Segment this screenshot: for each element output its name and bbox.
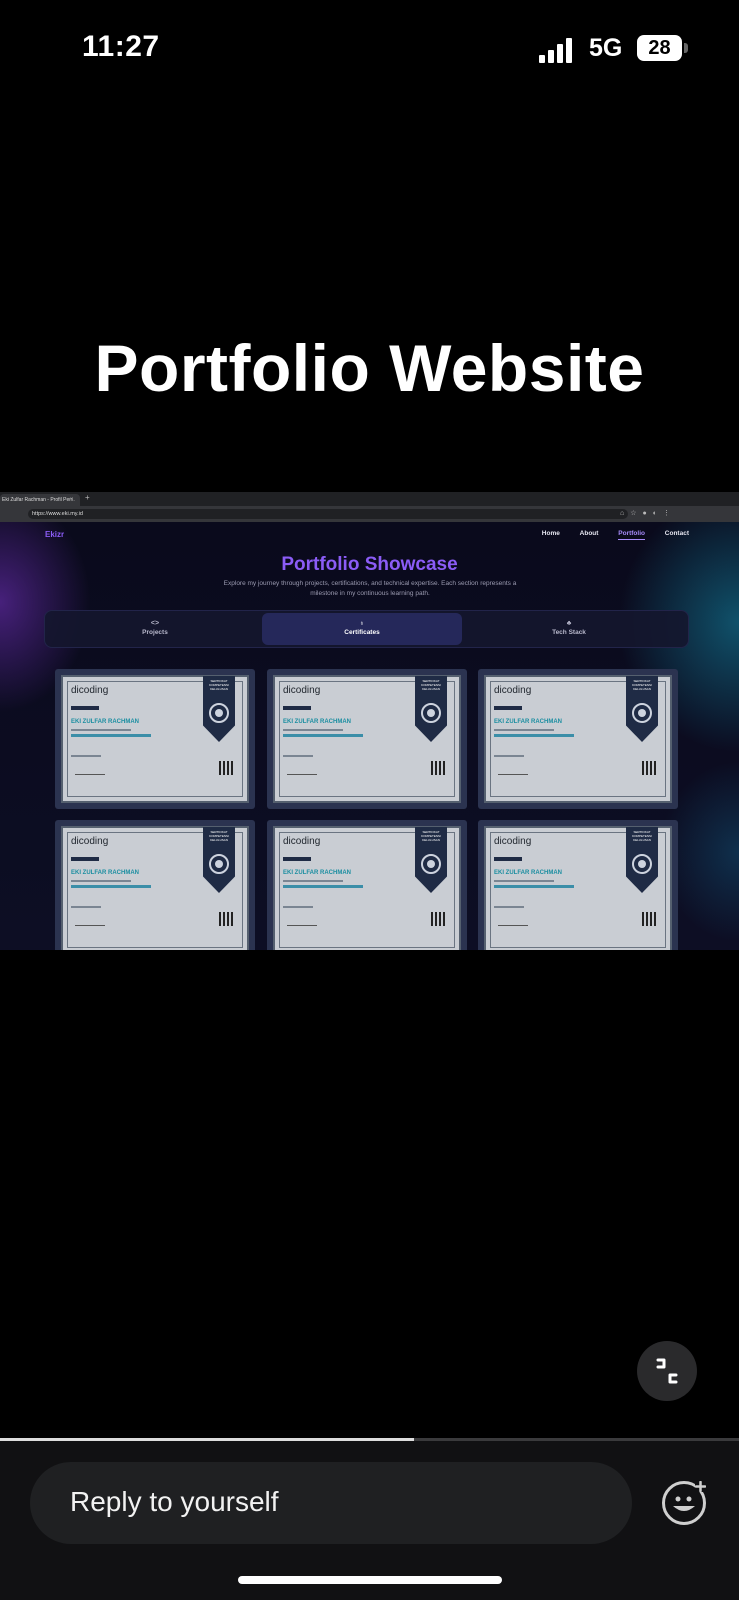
- qr-code-icon: [431, 761, 445, 775]
- browser-screenshot: Eki Zulfar Rachman - Profil Per... × + h…: [0, 492, 739, 950]
- certificate-logo: dicoding: [283, 836, 321, 847]
- home-indicator[interactable]: [238, 1576, 502, 1584]
- certificate-logo: dicoding: [283, 685, 321, 696]
- signature: [498, 918, 528, 926]
- award-icon: ♁: [359, 620, 365, 627]
- certificate-ribbon-text: SERTIFIKAT KOMPETENSI KELULUSAN: [632, 830, 652, 842]
- qr-code-icon: [642, 912, 656, 926]
- tab-projects: <> Projects: [55, 613, 255, 645]
- signature: [75, 767, 105, 775]
- certificate-card: dicoding SERTIFIKAT KOMPETENSI KELULUSAN…: [55, 669, 255, 809]
- qr-code-icon: [219, 761, 233, 775]
- certificate-ribbon-text: SERTIFIKAT KOMPETENSI KELULUSAN: [421, 679, 441, 691]
- site-logo: Ekizr: [45, 530, 65, 539]
- emoji-add-icon: [673, 1481, 706, 1511]
- tab-projects-label: Projects: [142, 629, 168, 636]
- tab-certificates-label: Certificates: [344, 629, 380, 636]
- minimize-icon: [656, 1358, 678, 1384]
- certificate-name: EKI ZULFAR RACHMAN: [283, 719, 351, 725]
- certificate-ribbon-text: SERTIFIKAT KOMPETENSI KELULUSAN: [209, 830, 229, 842]
- certificate-name: EKI ZULFAR RACHMAN: [283, 870, 351, 876]
- certificate-name: EKI ZULFAR RACHMAN: [71, 719, 139, 725]
- battery-cap: [684, 43, 688, 53]
- qr-code-icon: [642, 761, 656, 775]
- certificate-logo: dicoding: [71, 685, 109, 696]
- certificate-logo: dicoding: [71, 836, 109, 847]
- browser-address-bar: https://www.eki.my.id ⌂☆●◐⋮: [0, 506, 739, 522]
- browser-url: https://www.eki.my.id: [28, 509, 628, 519]
- reply-placeholder: Reply to yourself: [70, 1486, 279, 1517]
- certificate-card: dicoding SERTIFIKAT KOMPETENSI KELULUSAN…: [55, 820, 255, 950]
- certificate-name: EKI ZULFAR RACHMAN: [494, 870, 562, 876]
- qr-code-icon: [219, 912, 233, 926]
- tab-tech-stack-label: Tech Stack: [552, 629, 586, 636]
- site-nav: Home About Portfolio Contact: [524, 530, 689, 540]
- battery-icon: 28: [637, 35, 682, 61]
- certificate-ribbon-text: SERTIFIKAT KOMPETENSI KELULUSAN: [632, 679, 652, 691]
- certificate-card: dicoding SERTIFIKAT KOMPETENSI KELULUSAN…: [478, 820, 678, 950]
- browser-toolbar-icons: ⌂☆●◐⋮: [620, 510, 676, 517]
- showcase-description: Explore my journey through projects, cer…: [223, 580, 517, 597]
- stack-icon: ♣: [566, 620, 572, 627]
- battery-level: 28: [648, 37, 671, 59]
- certificate-image: dicoding SERTIFIKAT KOMPETENSI KELULUSAN…: [273, 826, 461, 950]
- certificate-image: dicoding SERTIFIKAT KOMPETENSI KELULUSAN…: [61, 675, 249, 803]
- browser-tab-title: Eki Zulfar Rachman - Profil Per...: [2, 497, 75, 503]
- site-nav-about: About: [579, 530, 599, 537]
- certificate-name: EKI ZULFAR RACHMAN: [494, 719, 562, 725]
- network-type: 5G: [589, 34, 623, 62]
- portfolio-site: Ekizr Home About Portfolio Contact Portf…: [0, 522, 739, 950]
- qr-code-icon: [431, 912, 445, 926]
- emoji-add-button[interactable]: [662, 1481, 706, 1525]
- certificate-ribbon-text: SERTIFIKAT KOMPETENSI KELULUSAN: [209, 679, 229, 691]
- browser-tab-strip: Eki Zulfar Rachman - Profil Per... × +: [0, 492, 739, 506]
- signature: [498, 767, 528, 775]
- new-tab-icon: +: [85, 493, 90, 502]
- certificate-card: dicoding SERTIFIKAT KOMPETENSI KELULUSAN…: [267, 669, 467, 809]
- status-bar: 11:27 5G 28: [0, 0, 739, 100]
- signature: [75, 918, 105, 926]
- showcase-tabs: <> Projects ♁ Certificates ♣ Tech Stack: [44, 610, 689, 648]
- certificate-card: dicoding SERTIFIKAT KOMPETENSI KELULUSAN…: [267, 820, 467, 950]
- status-time: 11:27: [82, 30, 160, 63]
- code-icon: <>: [150, 620, 160, 627]
- minimize-button[interactable]: [637, 1341, 697, 1401]
- certificate-logo: dicoding: [494, 836, 532, 847]
- signal-icon: [539, 37, 579, 63]
- tab-close-icon: ×: [70, 497, 74, 503]
- signature: [287, 767, 317, 775]
- certificate-name: EKI ZULFAR RACHMAN: [71, 870, 139, 876]
- tab-certificates: ♁ Certificates: [262, 613, 462, 645]
- showcase-heading: Portfolio Showcase: [281, 554, 458, 575]
- certificate-logo: dicoding: [494, 685, 532, 696]
- certificate-image: dicoding SERTIFIKAT KOMPETENSI KELULUSAN…: [484, 826, 672, 950]
- certificate-image: dicoding SERTIFIKAT KOMPETENSI KELULUSAN…: [61, 826, 249, 950]
- certificate-image: dicoding SERTIFIKAT KOMPETENSI KELULUSAN…: [484, 675, 672, 803]
- site-nav-contact: Contact: [664, 530, 689, 537]
- site-nav-home: Home: [541, 530, 560, 537]
- story-title: Portfolio Website: [94, 331, 645, 405]
- signature: [287, 918, 317, 926]
- tab-tech-stack: ♣ Tech Stack: [469, 613, 669, 645]
- site-nav-portfolio: Portfolio: [618, 530, 645, 540]
- browser-tab: Eki Zulfar Rachman - Profil Per... ×: [0, 494, 80, 506]
- certificate-ribbon-text: SERTIFIKAT KOMPETENSI KELULUSAN: [421, 830, 441, 842]
- certificate-card: dicoding SERTIFIKAT KOMPETENSI KELULUSAN…: [478, 669, 678, 809]
- certificate-image: dicoding SERTIFIKAT KOMPETENSI KELULUSAN…: [273, 675, 461, 803]
